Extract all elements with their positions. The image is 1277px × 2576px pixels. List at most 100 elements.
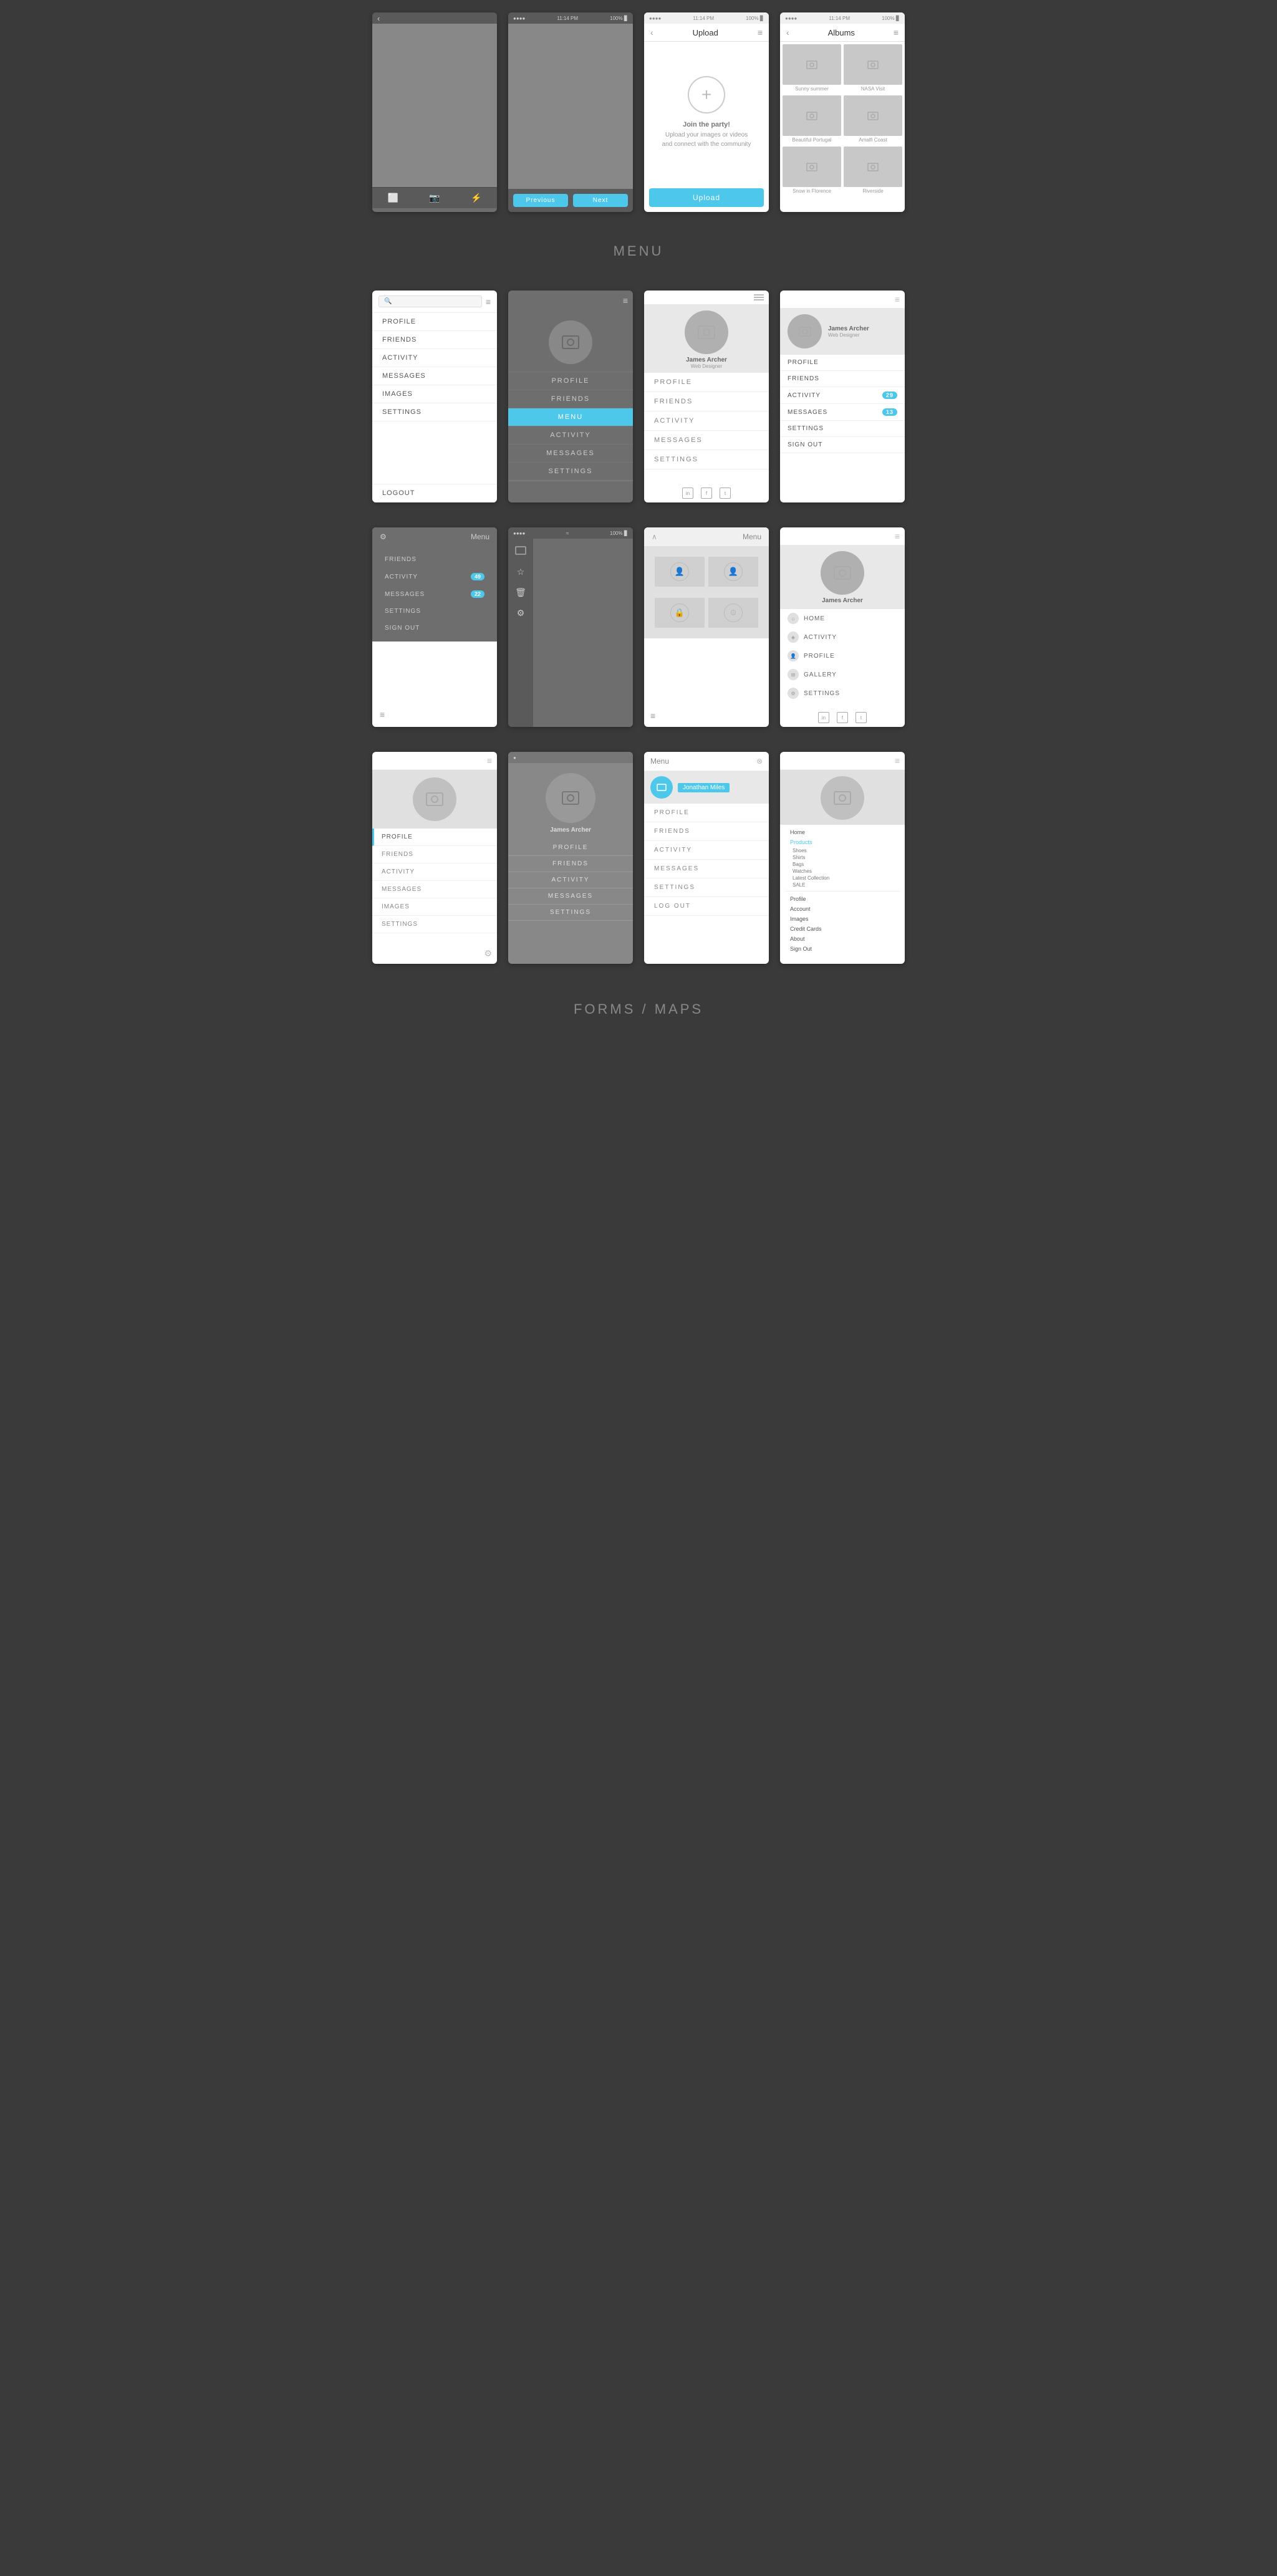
toolbar-image-icon[interactable]: ⬜ bbox=[372, 190, 414, 206]
white-menu-settings[interactable]: SETTINGS bbox=[644, 450, 769, 469]
grid-icon-person1[interactable]: 👤 bbox=[654, 556, 705, 587]
white-menu-activity[interactable]: ACTIVITY bbox=[644, 411, 769, 431]
prod-home[interactable]: Home bbox=[785, 827, 900, 837]
dark-menu-menu[interactable]: MENU bbox=[508, 408, 633, 426]
prod-about[interactable]: About bbox=[785, 934, 900, 944]
next-button[interactable]: Next bbox=[573, 194, 628, 207]
small-dark-settings[interactable]: SETTINGS bbox=[372, 603, 497, 620]
lh-menu-friends[interactable]: FRIENDS bbox=[372, 846, 497, 863]
badges-menu-activity[interactable]: ACTIVITY 29 bbox=[780, 387, 905, 404]
albums-menu-icon[interactable]: ≡ bbox=[894, 27, 899, 37]
upload-menu-icon[interactable]: ≡ bbox=[758, 27, 763, 37]
badges-menu-settings[interactable]: SETTINGS bbox=[780, 421, 905, 437]
st-close-icon[interactable]: ⊗ bbox=[756, 757, 763, 766]
iconlist-facebook-icon[interactable]: f bbox=[837, 712, 848, 723]
collapse-icon[interactable]: ∧ bbox=[652, 532, 657, 541]
prod-images[interactable]: Images bbox=[785, 914, 900, 924]
upload-circle-icon[interactable]: + bbox=[688, 76, 725, 113]
dark-menu-friends[interactable]: FRIENDS bbox=[508, 390, 633, 408]
menu-item-activity[interactable]: ACTIVITY bbox=[372, 349, 497, 367]
linkedin-icon[interactable]: in bbox=[682, 488, 693, 499]
prod-products[interactable]: Products bbox=[785, 837, 900, 847]
dark-menu-messages[interactable]: MESSAGES bbox=[508, 445, 633, 463]
small-dark-messages[interactable]: MESSAGES 22 bbox=[372, 585, 497, 603]
twitter-icon[interactable]: t bbox=[720, 488, 731, 499]
prod-shoes[interactable]: Shoes bbox=[785, 847, 900, 854]
st-menu-settings[interactable]: SETTINGS bbox=[644, 878, 769, 897]
sidebar-image-icon[interactable] bbox=[515, 546, 526, 557]
lh-menu-profile[interactable]: PROFILE bbox=[372, 829, 497, 846]
lh-menu-settings[interactable]: SETTINGS bbox=[372, 916, 497, 933]
dark-menu-settings[interactable]: SETTINGS bbox=[508, 463, 633, 481]
sidebar-gear-icon[interactable]: ⚙ bbox=[517, 608, 525, 618]
dark-menu-profile[interactable]: PROFILE bbox=[508, 372, 633, 390]
prod-profile[interactable]: Profile bbox=[785, 894, 900, 904]
dark-menu-activity[interactable]: ACTIVITY bbox=[508, 426, 633, 445]
menu-item-logout[interactable]: LOGOUT bbox=[372, 484, 497, 502]
lh-menu-messages[interactable]: MESSAGES bbox=[372, 881, 497, 898]
sidebar-star-icon[interactable]: ☆ bbox=[517, 567, 525, 577]
iconlist-twitter-icon[interactable]: t bbox=[855, 712, 867, 723]
album-sunny-summer[interactable]: Sunny summer bbox=[783, 44, 841, 93]
iconlist-home[interactable]: ⌂ HOME bbox=[780, 609, 905, 628]
previous-button[interactable]: Previous bbox=[513, 194, 568, 207]
prod-latest[interactable]: Latest Collection bbox=[785, 875, 900, 882]
menu-item-friends[interactable]: FRIENDS bbox=[372, 331, 497, 349]
st-menu-logout[interactable]: LOG OUT bbox=[644, 897, 769, 916]
st-menu-activity[interactable]: ACTIVITY bbox=[644, 841, 769, 860]
grid-hamburger-icon[interactable]: ≡ bbox=[650, 711, 655, 721]
grid-icon-gear[interactable]: ⚙ bbox=[708, 597, 759, 628]
badges-menu-messages[interactable]: MESSAGES 13 bbox=[780, 404, 905, 421]
prod-account[interactable]: Account bbox=[785, 904, 900, 914]
toolbar-lightning-icon[interactable]: ⚡ bbox=[455, 190, 497, 206]
album-florence[interactable]: Snow in Florence bbox=[783, 147, 841, 195]
hamburger-icon[interactable]: ≡ bbox=[486, 297, 491, 307]
scroll-icon[interactable] bbox=[754, 294, 764, 300]
prod-credit-cards[interactable]: Credit Cards bbox=[785, 924, 900, 934]
dc-menu-messages[interactable]: MESSAGES bbox=[508, 888, 633, 905]
bottom-hamburger-icon[interactable]: ≡ bbox=[380, 709, 385, 719]
white-menu-messages[interactable]: MESSAGES bbox=[644, 431, 769, 450]
prod-shirts[interactable]: Shirts bbox=[785, 854, 900, 861]
iconlist-settings[interactable]: ⚙ SETTINGS bbox=[780, 684, 905, 703]
grid-icon-lock[interactable]: 🔒 bbox=[654, 597, 705, 628]
prod-hamburger-icon[interactable]: ≡ bbox=[895, 756, 900, 766]
lh-gear-icon[interactable]: ⚙ bbox=[484, 948, 492, 959]
dc-menu-settings[interactable]: SETTINGS bbox=[508, 905, 633, 921]
st-menu-profile[interactable]: PROFILE bbox=[644, 804, 769, 822]
dc-menu-profile[interactable]: PROFILE bbox=[508, 840, 633, 856]
badges-hamburger-icon[interactable]: ≡ bbox=[895, 294, 900, 304]
upload-button[interactable]: Upload bbox=[649, 188, 764, 207]
facebook-icon[interactable]: f bbox=[701, 488, 712, 499]
prod-bags[interactable]: Bags bbox=[785, 861, 900, 868]
iconlist-activity[interactable]: ◈ ACTIVITY bbox=[780, 628, 905, 646]
dc-menu-activity[interactable]: ACTIVITY bbox=[508, 872, 633, 888]
small-dark-friends[interactable]: FRIENDS bbox=[372, 551, 497, 568]
search-input[interactable]: 🔍 bbox=[378, 296, 482, 307]
menu-item-messages[interactable]: MESSAGES bbox=[372, 367, 497, 385]
st-menu-friends[interactable]: FRIENDS bbox=[644, 822, 769, 841]
iconlist-linkedin-icon[interactable]: in bbox=[818, 712, 829, 723]
menu-item-profile[interactable]: PROFILE bbox=[372, 313, 497, 331]
lh-menu-activity[interactable]: ACTIVITY bbox=[372, 863, 497, 881]
dc-menu-friends[interactable]: FRIENDS bbox=[508, 856, 633, 872]
menu-item-images[interactable]: IMAGES bbox=[372, 385, 497, 403]
iconlist-gallery[interactable]: ⊞ GALLERY bbox=[780, 665, 905, 684]
prod-watches[interactable]: Watches bbox=[785, 868, 900, 875]
toolbar-camera-icon[interactable]: 📷 bbox=[414, 190, 456, 206]
badges-menu-friends[interactable]: FRIENDS bbox=[780, 371, 905, 387]
st-menu-messages[interactable]: MESSAGES bbox=[644, 860, 769, 878]
white-menu-profile[interactable]: PROFILE bbox=[644, 373, 769, 392]
album-amalfi[interactable]: Amalfi Coast bbox=[844, 95, 902, 144]
lh-hamburger-icon[interactable]: ≡ bbox=[487, 756, 492, 766]
badges-menu-profile[interactable]: PROFILE bbox=[780, 355, 905, 371]
dark-hamburger-icon[interactable]: ≡ bbox=[623, 296, 628, 305]
album-nasa[interactable]: NASA Visit bbox=[844, 44, 902, 93]
badges-menu-signout[interactable]: SIGN OUT bbox=[780, 437, 905, 453]
iconlist-profile[interactable]: 👤 PROFILE bbox=[780, 646, 905, 665]
grid-icon-person2[interactable]: 👤 bbox=[708, 556, 759, 587]
album-portugal[interactable]: Beautiful Portugal bbox=[783, 95, 841, 144]
album-riverside[interactable]: Riverside bbox=[844, 147, 902, 195]
sidebar-trash-icon[interactable]: 🗑 bbox=[515, 587, 526, 598]
iconlist-hamburger-icon[interactable]: ≡ bbox=[895, 531, 900, 541]
